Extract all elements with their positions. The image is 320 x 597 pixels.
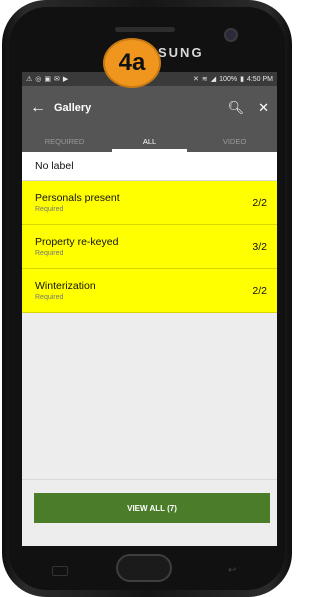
footer-bar: VIEW ALL (7) bbox=[22, 479, 277, 546]
mute-icon: ✕ bbox=[193, 76, 199, 83]
item-count: 2/2 bbox=[252, 196, 267, 209]
app-toolbar: ← Gallery 🔍︎ ✕ bbox=[22, 86, 277, 130]
earpiece-speaker bbox=[115, 27, 175, 32]
mail-icon: ✉ bbox=[54, 76, 60, 83]
item-name: Personals present bbox=[35, 192, 120, 204]
battery-level: 100% bbox=[219, 75, 238, 83]
step-badge: 4a bbox=[105, 40, 159, 86]
front-camera bbox=[224, 28, 238, 42]
close-icon[interactable]: ✕ bbox=[258, 100, 269, 116]
item-required-label: Required bbox=[35, 206, 64, 213]
list-item[interactable]: Personals present Required 2/2 bbox=[22, 181, 277, 225]
no-label-row[interactable]: No label bbox=[22, 152, 277, 181]
item-count: 3/2 bbox=[252, 240, 267, 253]
home-button[interactable] bbox=[116, 554, 172, 582]
list-item[interactable]: Winterization Required 2/2 bbox=[22, 269, 277, 313]
clock: 4:50 PM bbox=[246, 75, 273, 83]
item-name: Property re-keyed bbox=[35, 236, 119, 248]
tab-video[interactable]: VIDEO bbox=[192, 130, 277, 152]
tab-bar: REQUIRED ALL VIDEO bbox=[22, 130, 277, 152]
item-required-label: Required bbox=[35, 294, 64, 301]
recent-apps-key[interactable] bbox=[52, 566, 68, 576]
tab-all[interactable]: ALL bbox=[107, 130, 192, 152]
item-required-label: Required bbox=[35, 250, 64, 257]
battery-icon: ▮ bbox=[240, 76, 244, 83]
wifi-icon: ≋ bbox=[201, 76, 208, 83]
notification-icon: ◎ bbox=[35, 76, 42, 83]
item-name: Winterization bbox=[35, 280, 96, 292]
view-all-button[interactable]: VIEW ALL (7) bbox=[34, 493, 270, 523]
image-icon: ▣ bbox=[44, 76, 52, 83]
list-item[interactable]: Property re-keyed Required 3/2 bbox=[22, 225, 277, 269]
item-count: 2/2 bbox=[252, 284, 267, 297]
page-title: Gallery bbox=[54, 102, 92, 114]
back-key[interactable]: ↩ bbox=[228, 565, 236, 576]
notification-icon: ⚠ bbox=[26, 76, 33, 83]
arrow-left-icon[interactable]: ← bbox=[30, 99, 54, 117]
device-brand: SUNG bbox=[158, 45, 204, 60]
signal-icon: ◢ bbox=[210, 76, 217, 83]
tab-required[interactable]: REQUIRED bbox=[22, 130, 107, 152]
play-icon: ▶ bbox=[62, 76, 69, 83]
search-icon[interactable]: 🔍︎ bbox=[228, 100, 245, 116]
app-screen: ⚠ ◎ ▣ ✉ ▶ ✕ ≋ ◢ 100% ▮ 4:50 PM ← Gallery… bbox=[22, 72, 277, 546]
